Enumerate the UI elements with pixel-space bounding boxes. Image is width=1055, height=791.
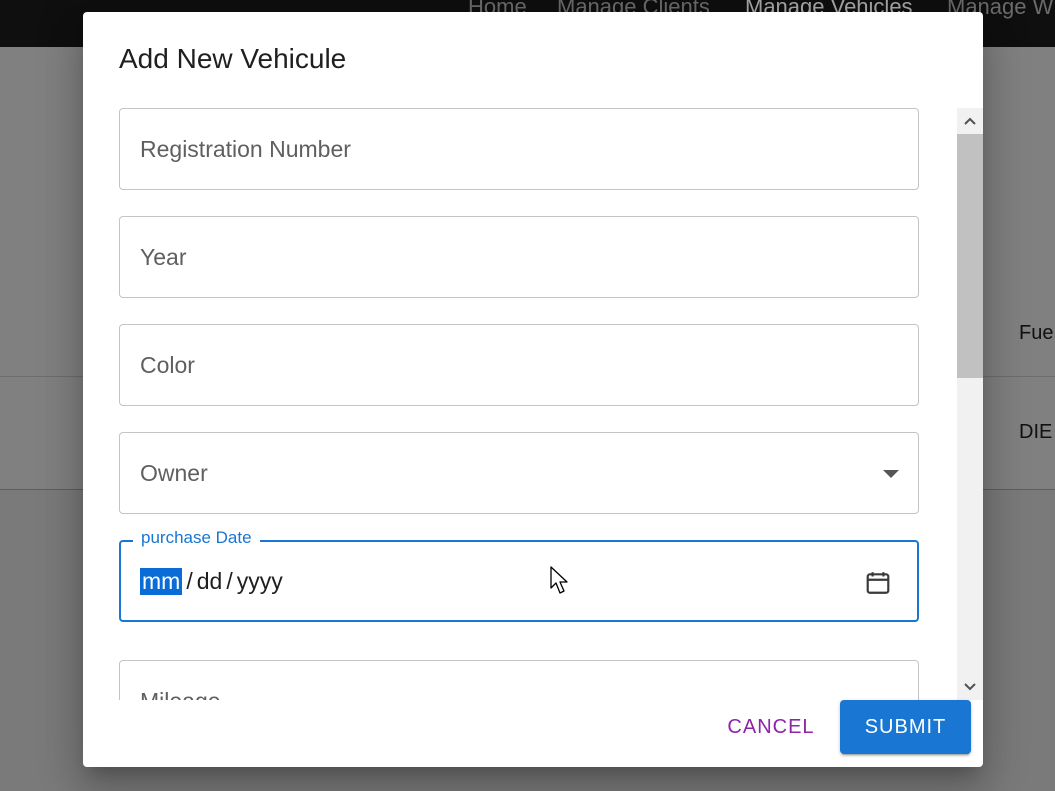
add-vehicle-dialog: Add New Vehicule Registration Number Yea… <box>83 12 983 767</box>
owner-select[interactable]: Owner <box>119 432 919 514</box>
mouse-pointer-icon <box>550 566 568 594</box>
purchase-date-input[interactable]: mm / dd / yyyy <box>140 568 283 595</box>
registration-number-field[interactable]: Registration Number <box>119 108 919 190</box>
date-month-segment[interactable]: mm <box>140 568 183 595</box>
date-separator: / <box>226 568 233 594</box>
date-day-segment[interactable]: dd <box>197 568 223 595</box>
year-placeholder: Year <box>140 244 187 270</box>
color-field[interactable]: Color <box>119 324 919 406</box>
dialog-scrollbar[interactable] <box>957 108 983 700</box>
owner-placeholder: Owner <box>140 460 208 486</box>
purchase-date-label: purchase Date <box>133 528 260 548</box>
cancel-button[interactable]: CANCEL <box>713 700 829 754</box>
mileage-placeholder: Mileage <box>140 688 221 700</box>
date-year-segment[interactable]: yyyy <box>237 568 283 595</box>
date-separator: / <box>186 568 193 594</box>
caret-down-icon <box>883 470 899 478</box>
chevron-down-icon[interactable] <box>957 674 983 700</box>
purchase-date-field[interactable]: purchase Date mm / dd / yyyy <box>119 528 919 622</box>
chevron-up-icon[interactable] <box>957 108 983 134</box>
table-cell-fuel: DIE <box>1019 421 1053 443</box>
mileage-field[interactable]: Mileage <box>119 660 919 700</box>
registration-number-placeholder: Registration Number <box>140 136 351 162</box>
dialog-content: Registration Number Year Color Owner pur… <box>83 108 983 700</box>
year-field[interactable]: Year <box>119 216 919 298</box>
calendar-icon[interactable] <box>865 570 891 596</box>
scrollbar-thumb[interactable] <box>957 134 983 378</box>
dialog-title: Add New Vehicule <box>119 43 347 74</box>
submit-button[interactable]: SUBMIT <box>840 700 971 754</box>
table-header-fuel: Fue <box>1019 322 1054 344</box>
color-placeholder: Color <box>140 352 195 378</box>
